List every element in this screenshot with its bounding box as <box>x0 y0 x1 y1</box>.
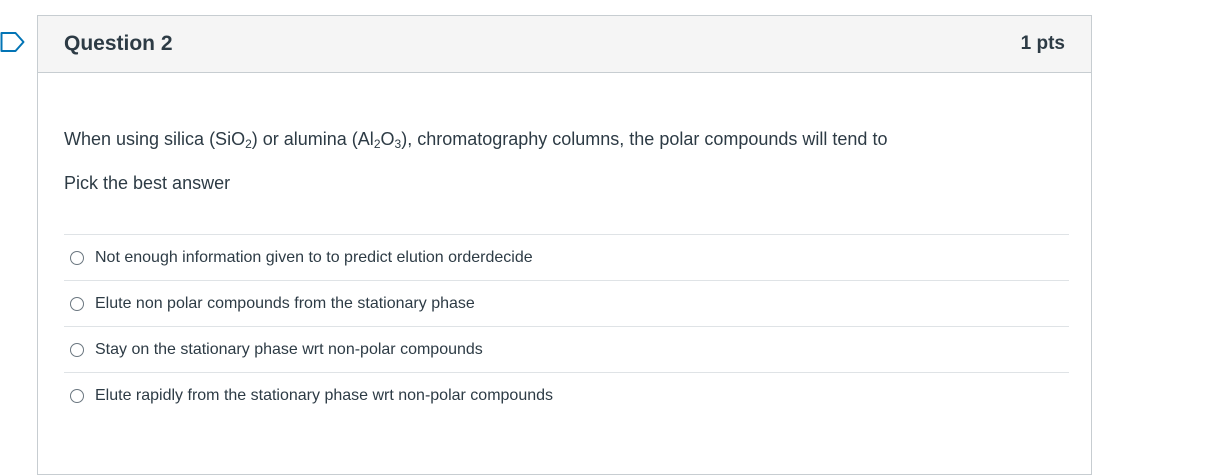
question-points: 1 pts <box>1020 33 1065 54</box>
radio-button[interactable] <box>70 296 84 311</box>
answer-label[interactable]: Stay on the stationary phase wrt non-pol… <box>95 341 483 359</box>
question-text-part: ) or alumina (Al <box>251 129 374 149</box>
answer-label[interactable]: Elute rapidly from the stationary phase … <box>95 387 553 405</box>
question-text-subscript: 2 <box>373 137 381 151</box>
radio-button[interactable] <box>70 250 84 265</box>
answer-option[interactable]: Elute non polar compounds from the stati… <box>64 280 1069 326</box>
question-text-part: ), chromatography columns, the polar com… <box>401 129 888 149</box>
answer-option[interactable]: Elute rapidly from the stationary phase … <box>64 372 1069 418</box>
answer-label[interactable]: Not enough information given to to predi… <box>95 249 533 267</box>
question-instruction: Pick the best answer <box>64 173 231 193</box>
answer-label[interactable]: Elute non polar compounds from the stati… <box>95 295 475 313</box>
answer-option[interactable]: Not enough information given to to predi… <box>64 234 1069 280</box>
question-header: Question 2 1 pts <box>38 16 1091 73</box>
answer-option[interactable]: Stay on the stationary phase wrt non-pol… <box>64 326 1069 372</box>
answer-list: Not enough information given to to predi… <box>64 234 1069 418</box>
question-body: When using silica (SiO2) or alumina (Al2… <box>38 73 1091 418</box>
question-text-part: O <box>380 129 395 149</box>
radio-button[interactable] <box>70 388 84 403</box>
question-title: Question 2 <box>64 32 173 55</box>
radio-button[interactable] <box>70 342 84 357</box>
bookmark-flag-icon[interactable] <box>0 30 26 54</box>
question-text-subscript: 2 <box>245 137 252 151</box>
question-card: Question 2 1 pts When using silica (SiO2… <box>37 15 1092 475</box>
question-text: When using silica (SiO2) or alumina (Al2… <box>64 126 1065 152</box>
question-text-part: When using silica (SiO <box>64 129 246 149</box>
